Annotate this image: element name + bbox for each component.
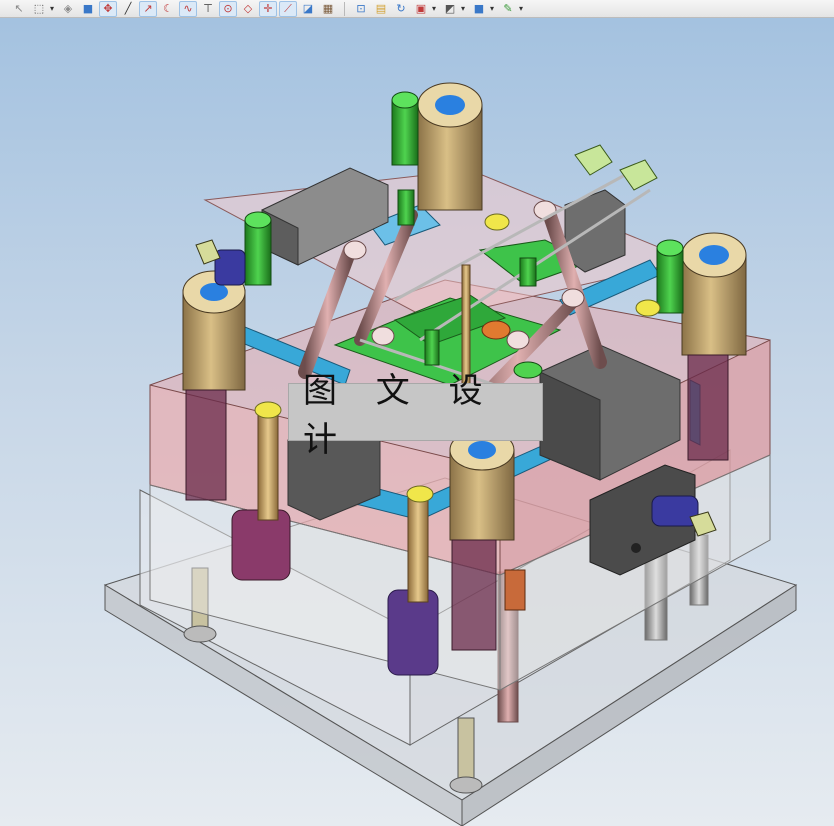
toolbar-separator bbox=[344, 1, 345, 16]
chevron-down-icon[interactable]: ▾ bbox=[461, 4, 468, 13]
zoom-region-icon[interactable]: ▤ bbox=[372, 1, 390, 17]
chevron-down-icon[interactable]: ▾ bbox=[490, 4, 497, 13]
tangent-snap-icon[interactable]: ⊤ bbox=[199, 1, 217, 17]
chevron-down-icon[interactable]: ▾ bbox=[432, 4, 439, 13]
quadrant-snap-icon[interactable]: ◇ bbox=[239, 1, 257, 17]
orient-view-icon[interactable]: ▣ bbox=[412, 1, 430, 17]
curve-snap-icon[interactable]: ∿ bbox=[179, 0, 197, 17]
edit-section-icon[interactable]: ✎ bbox=[499, 1, 517, 17]
graphics-viewport[interactable]: 图 文 设 计 bbox=[0, 18, 834, 826]
toolbar: ↖ ⬚ ▾ ◈ ■ ✥ ╱ ↗ ☾ ∿ ⊤ ⊙ ◇ ✛ ⟋ ◪ ▦ ⊡ ▤ ↻ ▣ ▾ ◩ ▾ ■ ▾ ✎ ▾ bbox=[0, 0, 834, 18]
select-filter-icon[interactable]: ↖ bbox=[10, 1, 28, 17]
point-on-face-icon[interactable]: ◪ bbox=[299, 1, 317, 17]
intersection-snap-icon[interactable]: ✛ bbox=[259, 0, 277, 17]
eraser-icon[interactable]: ◈ bbox=[59, 1, 77, 17]
chevron-down-icon[interactable]: ▾ bbox=[50, 4, 57, 13]
snap-all-icon[interactable]: ✥ bbox=[99, 0, 117, 17]
watermark-label: 图 文 设 计 bbox=[288, 371, 543, 460]
endpoint-snap-icon[interactable]: ↗ bbox=[139, 0, 157, 17]
box-select-icon[interactable]: ⬚ bbox=[30, 1, 48, 17]
solid-cube-icon[interactable]: ■ bbox=[79, 1, 97, 17]
arc-snap-icon[interactable]: ☾ bbox=[159, 1, 177, 17]
perpendicular-snap-icon[interactable]: ⟋ bbox=[279, 0, 297, 17]
fit-view-icon[interactable]: ⊡ bbox=[352, 1, 370, 17]
shaded-cube-icon[interactable]: ■ bbox=[470, 1, 488, 17]
line-snap-icon[interactable]: ╱ bbox=[119, 1, 137, 17]
render-style-icon[interactable]: ◩ bbox=[441, 1, 459, 17]
rotate-view-icon[interactable]: ↻ bbox=[392, 1, 410, 17]
grid-icon[interactable]: ▦ bbox=[319, 1, 337, 17]
center-snap-icon[interactable]: ⊙ bbox=[219, 0, 237, 17]
chevron-down-icon[interactable]: ▾ bbox=[519, 4, 526, 13]
